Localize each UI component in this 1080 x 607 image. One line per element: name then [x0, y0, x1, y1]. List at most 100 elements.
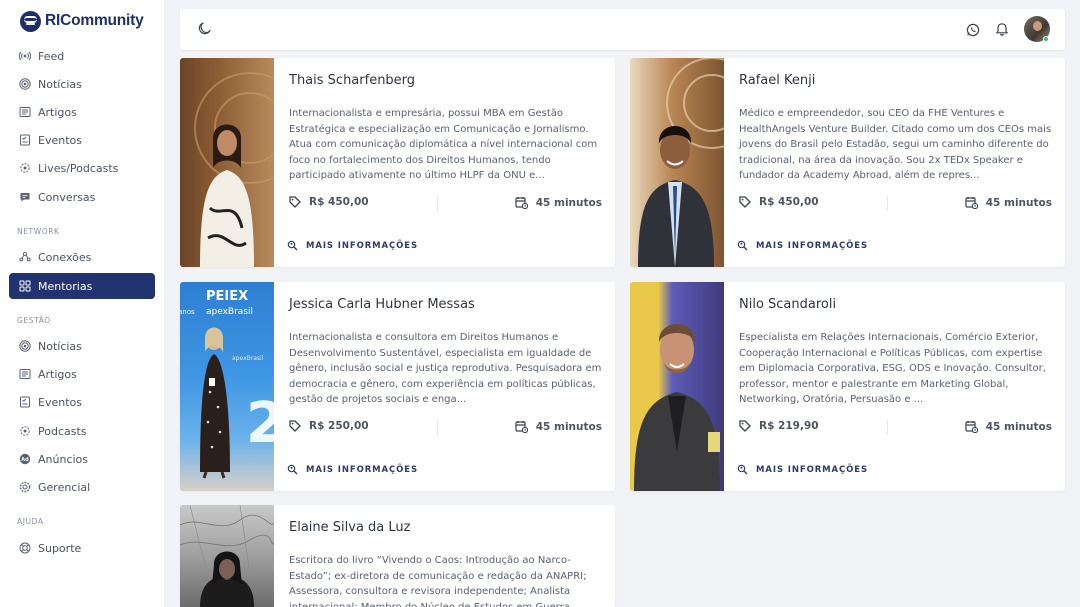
event-icon	[19, 396, 31, 408]
mentor-photo-art	[638, 58, 724, 267]
app-logo[interactable]: RICommunity	[20, 10, 144, 32]
mentor-name: Rafael Kenji	[739, 73, 816, 88]
search-people-icon	[737, 464, 748, 475]
mentor-meta: R$ 450,00 45 minutos	[739, 193, 1052, 215]
sidebar-item-gestao-podcasts[interactable]: Podcasts	[9, 418, 155, 444]
search-people-icon	[287, 240, 298, 251]
mentor-description: Especialista em Relações Internacionais,…	[739, 332, 1046, 405]
sidebar-item-label: Mentorias	[38, 279, 93, 293]
mentor-duration: 45 minutos	[965, 420, 1052, 433]
mentor-meta: R$ 219,90 45 minutos	[739, 417, 1052, 439]
mentor-name: Elaine Silva da Luz	[289, 520, 411, 535]
sidebar-item-conexoes[interactable]: Conexões	[9, 244, 155, 270]
mentor-name: Nilo Scandaroli	[739, 297, 837, 312]
meta-divider	[437, 420, 438, 435]
sidebar-item-gestao-noticias[interactable]: Notícias	[9, 333, 155, 359]
meta-divider	[437, 196, 438, 211]
mentor-name: Thais Scharfenberg	[289, 73, 416, 88]
sidebar-item-mentorias[interactable]: Mentorias	[9, 273, 155, 299]
mentor-price: R$ 219,90	[739, 420, 819, 432]
price-tag-icon	[739, 420, 751, 432]
sidebar-item-gestao-anuncios[interactable]: Ad Anúncios	[9, 446, 155, 472]
sidebar-item-eventos[interactable]: Eventos	[9, 127, 155, 153]
calendar-clock-icon	[965, 196, 978, 209]
sidebar-item-gestao-eventos[interactable]: Eventos	[9, 389, 155, 415]
mentor-duration-value: 45 minutos	[985, 420, 1052, 433]
mentor-description: Médico e empreendedor, sou CEO da FHE Ve…	[739, 108, 1052, 181]
sidebar-item-gestao-gerencial[interactable]: Gerencial	[9, 474, 155, 500]
mentor-card: Thais Scharfenberg Internacionalista e e…	[180, 58, 615, 267]
sidebar-item-feed[interactable]: Feed	[9, 43, 155, 69]
more-info-link[interactable]: MAIS INFORMAÇÕES	[287, 240, 418, 251]
event-icon	[19, 134, 31, 146]
sidebar-item-label: Eventos	[38, 133, 82, 147]
mentor-card: Rafael Kenji Médico e empreendedor, sou …	[630, 58, 1065, 267]
mentor-description: Escritora do livro “Vivendo o Caos: Intr…	[289, 555, 587, 607]
sidebar-item-label: Anúncios	[38, 452, 89, 466]
price-tag-icon	[289, 196, 301, 208]
moon-icon[interactable]	[198, 21, 212, 40]
bell-icon[interactable]	[995, 21, 1009, 40]
mentor-card: Elaine Silva da Luz Escritora do livro “…	[180, 505, 615, 607]
broadcast-icon	[19, 340, 31, 352]
sidebar-item-label: Artigos	[38, 105, 77, 119]
mentor-card: Nilo Scandaroli Especialista em Relações…	[630, 282, 1065, 491]
section-label-ajuda: AJUDA	[17, 517, 44, 526]
photo-banner-peiex: PEIEX	[206, 289, 248, 304]
sidebar-item-label: Conexões	[38, 250, 92, 264]
section-label-network: NETWORK	[17, 227, 60, 236]
sidebar-item-label: Eventos	[38, 395, 82, 409]
mentor-name: Jessica Carla Hubner Messas	[289, 297, 475, 312]
sidebar-item-label: Conversas	[38, 190, 96, 204]
article-icon	[19, 106, 31, 118]
sidebar-item-gestao-artigos[interactable]: Artigos	[9, 361, 155, 387]
mentor-photo: PEIEX apexBrasil anos apexBrasil 2	[180, 282, 274, 491]
calendar-clock-icon	[515, 196, 528, 209]
sidebar-item-artigos[interactable]: Artigos	[9, 99, 155, 125]
online-status-dot	[1043, 36, 1049, 42]
mentor-photo	[630, 58, 724, 267]
svg-text:Ad: Ad	[21, 457, 29, 463]
mentor-duration-value: 45 minutos	[535, 420, 602, 433]
price-tag-icon	[739, 196, 751, 208]
more-info-label: MAIS INFORMAÇÕES	[306, 240, 418, 251]
mentor-price-value: R$ 250,00	[309, 420, 369, 432]
more-info-link[interactable]: MAIS INFORMAÇÕES	[737, 464, 868, 475]
mentor-photo	[630, 282, 724, 491]
mentor-price: R$ 450,00	[739, 196, 819, 208]
mentor-duration-value: 45 minutos	[535, 196, 602, 209]
sidebar-item-suporte[interactable]: Suporte	[9, 535, 155, 561]
more-info-label: MAIS INFORMAÇÕES	[306, 464, 418, 475]
sidebar-item-label: Podcasts	[38, 424, 87, 438]
mentor-card: PEIEX apexBrasil anos apexBrasil 2 Jessi…	[180, 282, 615, 491]
mentor-duration: 45 minutos	[515, 196, 602, 209]
ads-icon: Ad	[19, 453, 31, 465]
price-tag-icon	[289, 420, 301, 432]
sidebar-item-label: Gerencial	[38, 480, 91, 494]
more-info-label: MAIS INFORMAÇÕES	[756, 240, 868, 251]
meta-divider	[887, 420, 888, 435]
radio-icon	[19, 50, 31, 62]
topbar	[180, 9, 1065, 50]
search-people-icon	[287, 464, 298, 475]
mentor-meta: R$ 450,00 45 minutos	[289, 193, 602, 215]
mentor-price: R$ 450,00	[289, 196, 369, 208]
mentor-photo-art	[180, 505, 274, 607]
mentor-photo	[180, 58, 274, 267]
whatsapp-icon[interactable]	[966, 22, 980, 41]
sidebar-item-label: Feed	[38, 49, 65, 63]
sidebar-item-label: Lives/Podcasts	[38, 161, 119, 175]
photo-banner-anos: anos	[180, 308, 195, 316]
sidebar-item-noticias[interactable]: Notícias	[9, 71, 155, 97]
mentor-meta: R$ 250,00 45 minutos	[289, 417, 602, 439]
photo-banner-apex: apexBrasil	[206, 307, 253, 317]
sidebar-item-conversas[interactable]: Conversas	[9, 184, 155, 210]
meta-divider	[887, 196, 888, 211]
more-info-link[interactable]: MAIS INFORMAÇÕES	[287, 464, 418, 475]
mentor-price: R$ 250,00	[289, 420, 369, 432]
mentor-duration: 45 minutos	[515, 420, 602, 433]
sidebar-item-lives-podcasts[interactable]: Lives/Podcasts	[9, 155, 155, 181]
mentor-duration-value: 45 minutos	[985, 196, 1052, 209]
sidebar-item-label: Artigos	[38, 367, 77, 381]
more-info-link[interactable]: MAIS INFORMAÇÕES	[737, 240, 868, 251]
